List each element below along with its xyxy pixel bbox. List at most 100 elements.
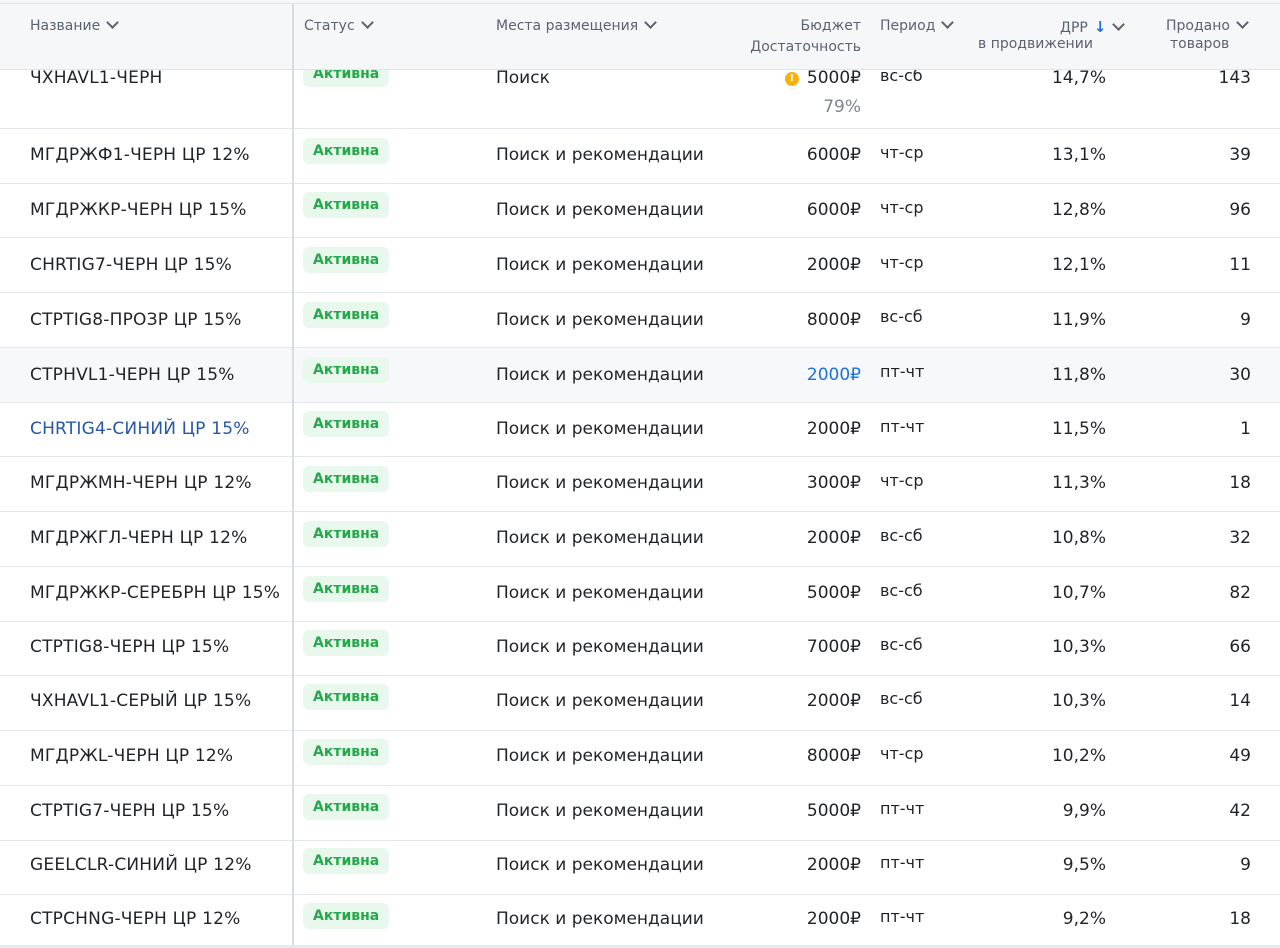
status-badge: Активна: [303, 411, 390, 437]
column-header-period[interactable]: Период: [880, 16, 955, 34]
sold-count: 42: [1229, 801, 1251, 821]
budget-sufficiency: 79%: [823, 97, 861, 117]
column-header-budget[interactable]: Бюджет: [801, 18, 861, 34]
budget-value[interactable]: 2000₽: [807, 419, 861, 439]
drr-value: 10,3%: [1051, 691, 1106, 711]
column-subheader-sold: товаров: [1170, 36, 1230, 52]
campaign-name[interactable]: ЧХHAVL1-СЕРЫЙ ЦР 15%: [30, 691, 251, 711]
sold-count: 49: [1229, 746, 1251, 766]
period: пт-чт: [880, 853, 925, 872]
column-header-name[interactable]: Название: [30, 16, 120, 34]
campaign-name[interactable]: МГДРЖМН-ЧЕРН ЦР 12%: [30, 473, 252, 493]
column-header-drr-label: ДРР: [1060, 20, 1088, 36]
status-badge: Активна: [303, 576, 390, 602]
campaign-name[interactable]: СТРTIG8-ПРОЗР ЦР 15%: [30, 310, 242, 330]
status-badge: Активна: [303, 466, 390, 492]
placement: Поиск и рекомендации: [496, 528, 704, 548]
period: вс-сб: [880, 635, 923, 654]
period: вс-сб: [880, 581, 923, 600]
drr-value: 10,7%: [1051, 583, 1106, 603]
drr-value: 11,5%: [1051, 419, 1106, 439]
placement: Поиск и рекомендации: [496, 365, 704, 385]
campaign-name[interactable]: МГДРЖКР-СЕРЕБРН ЦР 15%: [30, 583, 280, 603]
budget-value[interactable]: 7000₽: [807, 637, 861, 657]
table-row[interactable]: МГДРЖL-ЧЕРН ЦР 12% Активна Поиск и реком…: [0, 731, 1280, 786]
budget-value[interactable]: 2000₽: [807, 909, 861, 929]
campaign-name[interactable]: СТРTIG8-ЧЕРН ЦР 15%: [30, 637, 229, 657]
budget-value[interactable]: 8000₽: [807, 746, 861, 766]
column-header-status[interactable]: Статус: [304, 16, 374, 34]
table-row[interactable]: СТРTIG8-ЧЕРН ЦР 15% Активна Поиск и реко…: [0, 622, 1280, 676]
placement: Поиск и рекомендации: [496, 473, 704, 493]
budget-value[interactable]: 6000₽: [807, 145, 861, 165]
campaign-name[interactable]: GEELCLR-СИНИЙ ЦР 12%: [30, 855, 252, 875]
drr-value: 11,3%: [1051, 473, 1106, 493]
placement: Поиск и рекомендации: [496, 637, 704, 657]
budget-value[interactable]: 3000₽: [807, 473, 861, 493]
table-row[interactable]: МГДРЖМН-ЧЕРН ЦР 12% Активна Поиск и реко…: [0, 457, 1280, 512]
campaign-name[interactable]: ЧХHAVL1-ЧЕРН: [30, 68, 163, 88]
table-row[interactable]: CHRTIG4-СИНИЙ ЦР 15% Активна Поиск и рек…: [0, 403, 1280, 457]
placement: Поиск и рекомендации: [496, 746, 704, 766]
column-header-name-label: Название: [30, 18, 101, 34]
table-row[interactable]: ЧХHAVL1-СЕРЫЙ ЦР 15% Активна Поиск и рек…: [0, 676, 1280, 731]
warning-icon: !: [784, 72, 799, 86]
budget-value[interactable]: 5000₽: [807, 801, 861, 821]
sold-count: 9: [1240, 310, 1251, 330]
budget-value[interactable]: ! 5000₽: [784, 68, 861, 88]
table-row[interactable]: СТРHVL1-ЧЕРН ЦР 15% Активна Поиск и реко…: [0, 348, 1280, 403]
campaign-name[interactable]: CHRTIG4-СИНИЙ ЦР 15%: [30, 419, 250, 439]
campaign-name[interactable]: МГДРЖФ1-ЧЕРН ЦР 12%: [30, 145, 250, 165]
column-subheader-sufficiency: Достаточность: [750, 39, 861, 55]
campaign-name[interactable]: МГДРЖКР-ЧЕРН ЦР 15%: [30, 200, 247, 220]
column-subheader-drr: в продвижении: [978, 36, 1093, 52]
budget-value[interactable]: 8000₽: [807, 310, 861, 330]
budget-value[interactable]: 5000₽: [807, 583, 861, 603]
budget-value[interactable]: 2000₽: [807, 528, 861, 548]
drr-value: 10,8%: [1051, 528, 1106, 548]
table-row[interactable]: CHRTIG7-ЧЕРН ЦР 15% Активна Поиск и реко…: [0, 238, 1280, 293]
drr-value: 10,3%: [1051, 637, 1106, 657]
period: вс-сб: [880, 689, 923, 708]
campaign-name[interactable]: СТРTIG7-ЧЕРН ЦР 15%: [30, 801, 229, 821]
table-row[interactable]: СТРTIG7-ЧЕРН ЦР 15% Активна Поиск и реко…: [0, 786, 1280, 841]
table-row[interactable]: МГДРЖКР-СЕРЕБРН ЦР 15% Активна Поиск и р…: [0, 567, 1280, 622]
table-row[interactable]: ЧХHAVL1-ЧЕРН Активна Поиск ! 5000₽ 79% вс…: [0, 61, 1280, 129]
table-row[interactable]: СТРCHNG-ЧЕРН ЦР 12% Активна Поиск и реко…: [0, 895, 1280, 945]
status-badge: Активна: [303, 192, 390, 218]
placement: Поиск и рекомендации: [496, 145, 704, 165]
column-header-drr[interactable]: ДРР ↓: [1060, 18, 1126, 36]
period: пт-чт: [880, 362, 925, 381]
table-row[interactable]: СТРTIG8-ПРОЗР ЦР 15% Активна Поиск и рек…: [0, 293, 1280, 348]
budget-value[interactable]: 2000₽: [807, 255, 861, 275]
campaign-name[interactable]: СТРCHNG-ЧЕРН ЦР 12%: [30, 909, 240, 929]
sold-count: 96: [1229, 200, 1251, 220]
column-header-placement-label: Места размещения: [496, 18, 639, 34]
campaign-name[interactable]: CHRTIG7-ЧЕРН ЦР 15%: [30, 255, 232, 275]
campaigns-table: Название Статус Места размещения Бюджет …: [0, 0, 1280, 948]
budget-value[interactable]: 2000₽: [807, 855, 861, 875]
placement: Поиск и рекомендации: [496, 200, 704, 220]
table-row[interactable]: МГДРЖФ1-ЧЕРН ЦР 12% Активна Поиск и реко…: [0, 129, 1280, 184]
table-row[interactable]: GEELCLR-СИНИЙ ЦР 12% Активна Поиск и рек…: [0, 841, 1280, 895]
drr-value: 9,9%: [1062, 801, 1106, 821]
table-row[interactable]: МГДРЖГЛ-ЧЕРН ЦР 12% Активна Поиск и реко…: [0, 512, 1280, 567]
drr-value: 12,1%: [1051, 255, 1106, 275]
budget-value[interactable]: 2000₽: [807, 365, 861, 385]
budget-value[interactable]: 2000₽: [807, 691, 861, 711]
table-header: Название Статус Места размещения Бюджет …: [0, 0, 1280, 70]
drr-value: 9,5%: [1062, 855, 1106, 875]
placement: Поиск и рекомендации: [496, 255, 704, 275]
column-header-placement[interactable]: Места размещения: [496, 16, 658, 34]
campaign-name[interactable]: СТРHVL1-ЧЕРН ЦР 15%: [30, 365, 235, 385]
status-badge: Активна: [303, 739, 390, 765]
table-row[interactable]: МГДРЖКР-ЧЕРН ЦР 15% Активна Поиск и реко…: [0, 184, 1280, 238]
status-badge: Активна: [303, 630, 390, 656]
budget-value[interactable]: 6000₽: [807, 200, 861, 220]
sold-count: 11: [1229, 255, 1251, 275]
drr-value: 9,2%: [1062, 909, 1106, 929]
placement: Поиск и рекомендации: [496, 801, 704, 821]
campaign-name[interactable]: МГДРЖГЛ-ЧЕРН ЦР 12%: [30, 528, 247, 548]
column-header-sold[interactable]: Продано: [1166, 16, 1249, 34]
campaign-name[interactable]: МГДРЖL-ЧЕРН ЦР 12%: [30, 746, 233, 766]
